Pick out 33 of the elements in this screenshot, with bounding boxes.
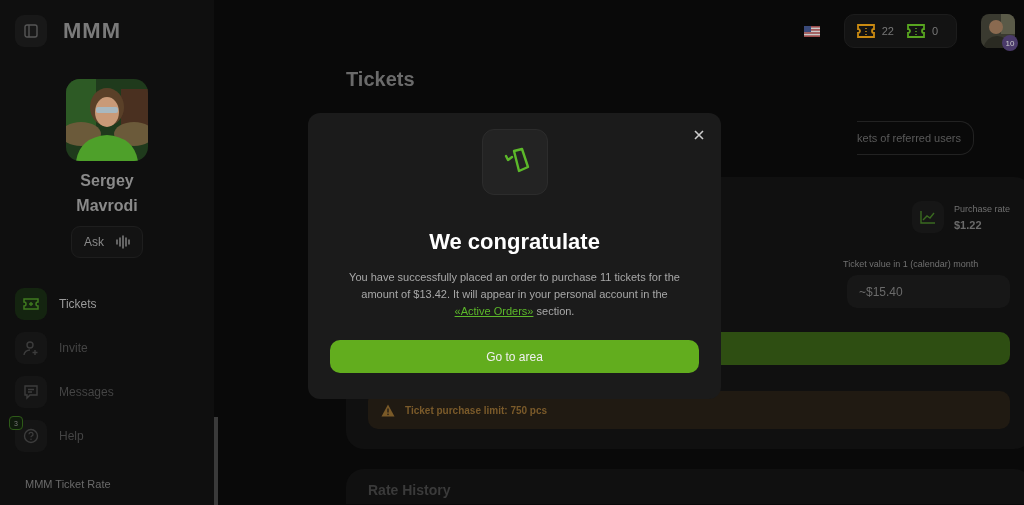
chart-icon (911, 201, 944, 233)
voice-wave-icon (116, 235, 130, 249)
logo[interactable]: MMM (63, 18, 121, 44)
tab[interactable]: kets of referred users (857, 121, 974, 155)
scrollbar[interactable] (214, 417, 218, 505)
field-label: Ticket value in 1 (calendar) month (843, 259, 980, 269)
nav-item[interactable]: Tickets (15, 288, 199, 320)
warning-icon (381, 403, 395, 417)
flag-icon[interactable] (803, 25, 820, 37)
dialog-message: You have successfully placed an order to purchase 11 tickets for the amount of $13.42. It will appear in your personal account in the «Active Orders» section. (348, 270, 681, 319)
counter-value: 0 (931, 25, 938, 37)
page-title: Tickets (346, 68, 416, 91)
message-icon (23, 384, 39, 400)
section-title: MMM Ticket Rate (25, 478, 111, 490)
ticket-counter[interactable]: 22 0 (843, 14, 957, 48)
panel-icon (24, 24, 38, 38)
ask-button[interactable]: Ask (71, 226, 143, 258)
sidebar-toggle-button[interactable] (15, 15, 47, 47)
rate-value: $1.22 (953, 218, 983, 231)
warning-text: Ticket purchase limit: 750 pcs (405, 404, 548, 416)
go-to-area-button[interactable]: Go to area (330, 340, 699, 373)
value-field[interactable]: ~$15.40 (847, 275, 1010, 308)
level-badge: 10 (1002, 35, 1018, 51)
close-icon (694, 130, 704, 140)
dialog-title: We congratulate (429, 229, 600, 255)
rate-label: Purchase rate (953, 203, 1010, 214)
add-user-icon (23, 340, 39, 356)
profile-name: Sergey Mavrodi (75, 171, 139, 216)
ticket-icon (23, 297, 39, 311)
counter-value: 22 (881, 25, 894, 37)
active-orders-link[interactable]: «Active Orders» (454, 305, 534, 317)
ticket-icon (481, 129, 548, 195)
help-icon (23, 428, 39, 444)
